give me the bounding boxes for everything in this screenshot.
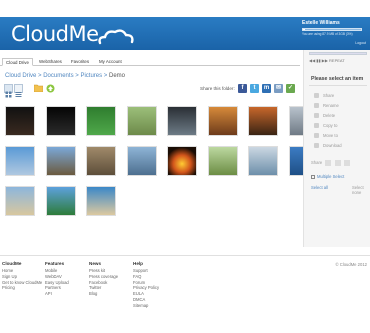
side-panel: ◀◀ ▮▮ ▶▶ REPEAT Please select an item Sh… <box>303 50 370 247</box>
list-view-icon[interactable] <box>14 84 23 97</box>
main-nav: Cloud Drive WebShares Favorites My Accou… <box>0 57 300 66</box>
photo-thumbnail[interactable] <box>5 146 35 176</box>
share-action[interactable]: Share <box>314 93 334 99</box>
share-row: Share <box>311 160 350 166</box>
quota-fill <box>303 29 305 30</box>
footer-link[interactable]: Blog <box>89 291 118 297</box>
tab-webshares[interactable]: WebShares <box>36 58 65 66</box>
photo-thumbnail[interactable] <box>207 106 238 136</box>
footer-heading: News <box>89 261 102 266</box>
upload-icon[interactable] <box>46 84 55 93</box>
quota-text: You are using 87.9 MB of 3GB (3%) <box>302 32 353 36</box>
breadcrumb-documents[interactable]: Documents <box>43 73 73 79</box>
footer-column-news: News Press kit Press coverage Facebook Twitt… <box>89 261 118 297</box>
footer-link[interactable]: Pricing <box>2 285 42 291</box>
tab-my-account[interactable]: My Account <box>96 58 125 66</box>
toolbar: Share this folder: f t m ✉ ✓ <box>4 84 299 98</box>
photo-thumbnail[interactable] <box>248 106 278 136</box>
cloud-logo-icon <box>98 29 134 45</box>
footer-link[interactable]: Sitemap <box>133 303 159 309</box>
delete-icon <box>314 113 319 119</box>
quota-bar <box>302 28 362 31</box>
photo-thumbnail[interactable] <box>45 186 76 216</box>
breadcrumb-cloud-drive[interactable]: Cloud Drive <box>5 73 36 79</box>
player-controls[interactable]: ◀◀ ▮▮ ▶▶ REPEAT <box>309 58 345 63</box>
footer-link[interactable]: Press coverage <box>89 274 118 280</box>
tab-cloud-drive[interactable]: Cloud Drive <box>2 58 33 66</box>
checkbox-icon[interactable] <box>311 174 315 179</box>
footer-column-features: Features Mobile WebDAV Easy Upload Partners A… <box>45 261 69 297</box>
select-all-link[interactable]: Select all <box>311 185 328 190</box>
twitter-icon[interactable]: t <box>250 84 259 93</box>
photo-thumbnail[interactable] <box>5 186 35 216</box>
photo-thumbnail[interactable] <box>207 146 238 176</box>
tab-favorites[interactable]: Favorites <box>68 58 92 66</box>
download-action[interactable]: Download <box>314 143 342 149</box>
footer-link[interactable]: API <box>45 291 69 297</box>
audio-progress-bar[interactable] <box>309 52 367 55</box>
side-panel-title: Please select an item <box>311 76 364 82</box>
copyright: © CloudMe 2012 <box>335 262 368 267</box>
footer: CloudMe Home Sign Up Get to know CloudMe Pri… <box>0 255 370 333</box>
new-folder-icon[interactable] <box>34 84 43 92</box>
photo-thumbnail[interactable] <box>126 106 157 136</box>
cloudme-logo[interactable]: CloudMe <box>11 22 99 46</box>
copy-to-action[interactable]: Copy to <box>314 123 337 129</box>
footer-heading: CloudMe <box>2 261 22 266</box>
photo-thumbnail[interactable] <box>126 146 157 176</box>
share-twitter-icon[interactable] <box>334 160 341 166</box>
footer-column-cloudme: CloudMe Home Sign Up Get to know CloudMe Pri… <box>2 261 42 291</box>
photo-thumbnail[interactable] <box>248 146 278 176</box>
photo-thumbnail[interactable] <box>86 146 116 176</box>
photo-thumbnail[interactable] <box>45 146 76 176</box>
grid-view-icon[interactable] <box>4 84 13 98</box>
facebook-icon[interactable]: f <box>238 84 247 93</box>
logout-link[interactable]: Logout <box>355 41 366 45</box>
photo-thumbnail[interactable] <box>86 106 116 136</box>
footer-heading: Help <box>133 261 143 266</box>
app-header: CloudMe Estelle Williams You are using 8… <box>0 17 370 50</box>
share-email-icon[interactable] <box>343 160 350 166</box>
footer-column-help: Help Support FAQ Forum Privacy Policy EULA DMC… <box>133 261 159 309</box>
user-panel: Estelle Williams You are using 87.9 MB o… <box>302 20 366 48</box>
myspace-icon[interactable]: m <box>262 84 271 93</box>
photo-thumbnail[interactable] <box>167 146 197 176</box>
photo-thumbnail[interactable] <box>86 186 116 216</box>
photo-thumbnail[interactable] <box>45 106 76 136</box>
share-folder-label: Share this folder: <box>200 86 235 91</box>
email-icon[interactable]: ✉ <box>274 84 283 93</box>
move-icon <box>314 133 319 139</box>
footer-heading: Features <box>45 261 65 266</box>
checkmark-icon[interactable]: ✓ <box>286 84 295 93</box>
photo-thumbnail[interactable] <box>167 106 197 136</box>
rename-action[interactable]: Rename <box>314 103 339 109</box>
breadcrumb-pictures[interactable]: Pictures <box>80 73 102 79</box>
rename-icon <box>314 103 319 109</box>
multiple-select-toggle[interactable]: Multiple Select <box>311 174 344 179</box>
select-none-link[interactable]: Select none <box>352 185 370 195</box>
breadcrumb-current: Demo <box>108 73 125 79</box>
delete-action[interactable]: Delete <box>314 113 335 119</box>
user-name[interactable]: Estelle Williams <box>302 20 366 26</box>
share-facebook-icon[interactable] <box>325 160 332 166</box>
divider <box>309 85 367 86</box>
copy-icon <box>314 123 319 129</box>
share-icon <box>314 93 319 99</box>
download-icon <box>314 143 319 149</box>
breadcrumb: Cloud Drive > Documents > Pictures > Dem… <box>5 73 125 79</box>
photo-thumbnail[interactable] <box>5 106 35 136</box>
move-to-action[interactable]: Move to <box>314 133 338 139</box>
